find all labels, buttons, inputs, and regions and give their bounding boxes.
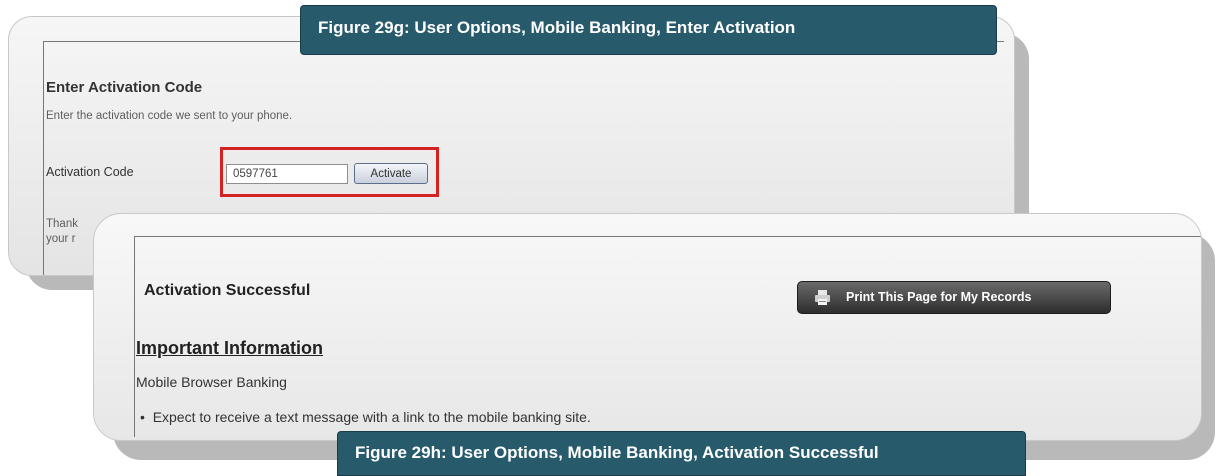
activation-instructions: Enter the activation code we sent to you… [46, 110, 293, 122]
thank-you-line: your r [46, 233, 76, 245]
print-records-button[interactable]: Print This Page for My Records [797, 281, 1111, 314]
activation-code-input[interactable] [226, 164, 348, 184]
bullet-text: Expect to receive a text message with a … [152, 409, 591, 425]
figure-caption-bottom: Figure 29h: User Options, Mobile Banking… [337, 431, 1026, 476]
activate-button[interactable]: Activate [354, 163, 428, 184]
activation-title: Enter Activation Code [46, 79, 203, 96]
list-item: • Expect to receive a text message with … [140, 409, 591, 425]
print-button-label: Print This Page for My Records [846, 290, 1032, 304]
printer-icon [815, 290, 830, 305]
mobile-browser-banking-text: Mobile Browser Banking [136, 374, 287, 390]
thank-you-text: Thank your r [46, 217, 78, 247]
bullet-list: • Expect to receive a text message with … [140, 405, 840, 425]
activation-code-label: Activation Code [46, 165, 134, 179]
figure-caption-top: Figure 29g: User Options, Mobile Banking… [300, 5, 997, 55]
important-information-heading: Important Information [136, 338, 323, 358]
thank-you-line: Thank [46, 218, 78, 230]
success-title: Activation Successful [144, 282, 311, 299]
